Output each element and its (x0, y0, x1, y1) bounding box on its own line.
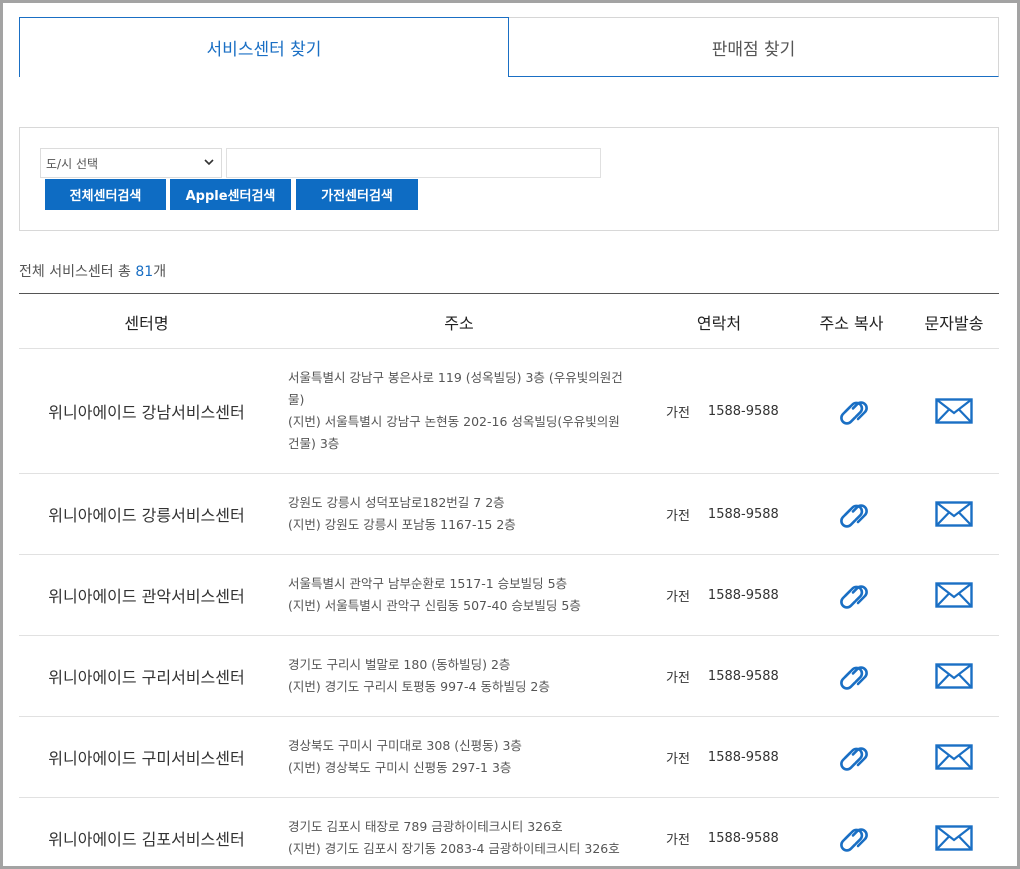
center-contact: 가전 1588-9588 (644, 798, 794, 869)
table-row: 위니아에이드 김포서비스센터 경기도 김포시 태장로 789 금광하이테크시티 … (19, 798, 999, 869)
center-address: 경기도 구리시 벌말로 180 (동하빌딩) 2층 (지번) 경기도 구리시 토… (274, 636, 644, 716)
lot-address: (지번) 서울특별시 관악구 신림동 507-40 승보빌딩 5층 (288, 598, 581, 613)
search-apple-button[interactable]: Apple센터검색 (170, 179, 291, 210)
contact-phone: 1588-9588 (707, 403, 779, 419)
chevron-down-icon (204, 159, 214, 166)
contact-phone: 1588-9588 (707, 668, 779, 684)
header-contact: 연락처 (696, 313, 742, 333)
tab-store[interactable]: 판매점 찾기 (509, 17, 999, 77)
send-sms-button[interactable] (935, 582, 973, 608)
send-sms-button[interactable] (935, 501, 973, 527)
center-contact: 가전 1588-9588 (644, 717, 794, 797)
center-name: 위니아에이드 구미서비스센터 (48, 749, 245, 768)
envelope-icon (935, 501, 973, 527)
lot-address: (지번) 경상북도 구미시 신평동 297-1 3층 (288, 760, 512, 775)
road-address: 강원도 강릉시 성덕포남로182번길 7 2층 (288, 495, 505, 510)
contact-type: 가전 (666, 405, 690, 421)
center-name: 위니아에이드 관악서비스센터 (48, 587, 245, 606)
table-body: 위니아에이드 강남서비스센터 서울특별시 강남구 봉은사로 119 (성옥빌딩)… (19, 349, 999, 869)
total-prefix: 전체 서비스센터 총 (19, 264, 136, 280)
link-icon (839, 828, 868, 852)
contact-type: 가전 (666, 670, 690, 686)
table-row: 위니아에이드 구리서비스센터 경기도 구리시 벌말로 180 (동하빌딩) 2층… (19, 636, 999, 717)
send-sms-button[interactable] (935, 398, 973, 424)
center-contact: 가전 1588-9588 (644, 349, 794, 473)
copy-address-button[interactable] (833, 500, 871, 528)
center-contact: 가전 1588-9588 (644, 555, 794, 635)
road-address: 경상북도 구미시 구미대로 308 (신평동) 3층 (288, 738, 522, 753)
contact-phone: 1588-9588 (707, 587, 779, 603)
center-name: 위니아에이드 강릉서비스센터 (48, 506, 245, 525)
copy-address-button[interactable] (833, 743, 871, 771)
contact-type: 가전 (666, 832, 690, 848)
tab-service-center[interactable]: 서비스센터 찾기 (19, 17, 509, 77)
center-name: 위니아에이드 김포서비스센터 (48, 830, 245, 849)
total-suffix: 개 (153, 264, 167, 280)
search-appliance-button[interactable]: 가전센터검색 (296, 179, 418, 210)
lot-address: (지번) 강원도 강릉시 포남동 1167-15 2층 (288, 517, 516, 532)
contact-phone: 1588-9588 (707, 830, 779, 846)
road-address: 경기도 김포시 태장로 789 금광하이테크시티 326호 (288, 819, 563, 834)
link-icon (839, 504, 868, 528)
link-icon (839, 401, 868, 425)
send-sms-button[interactable] (935, 663, 973, 689)
table-row: 위니아에이드 구미서비스센터 경상북도 구미시 구미대로 308 (신평동) 3… (19, 717, 999, 798)
link-icon (839, 747, 868, 771)
copy-address-button[interactable] (833, 662, 871, 690)
envelope-icon (935, 744, 973, 770)
table-row: 위니아에이드 관악서비스센터 서울특별시 관악구 남부순환로 1517-1 승보… (19, 555, 999, 636)
center-address: 서울특별시 관악구 남부순환로 1517-1 승보빌딩 5층 (지번) 서울특별… (274, 555, 644, 635)
center-address: 경상북도 구미시 구미대로 308 (신평동) 3층 (지번) 경상북도 구미시… (274, 717, 644, 797)
copy-address-button[interactable] (833, 824, 871, 852)
envelope-icon (935, 582, 973, 608)
header-name: 센터명 (124, 313, 169, 333)
link-icon (839, 666, 868, 690)
contact-type: 가전 (666, 508, 690, 524)
contact-type: 가전 (666, 751, 690, 767)
total-count-text: 전체 서비스센터 총 81개 (19, 261, 166, 281)
envelope-icon (935, 825, 973, 851)
city-select-value: 도/시 선택 (46, 156, 99, 171)
center-address: 강원도 강릉시 성덕포남로182번길 7 2층 (지번) 강원도 강릉시 포남동… (274, 474, 644, 554)
table-header: 센터명 주소 연락처 주소 복사 문자발송 (19, 293, 999, 349)
send-sms-button[interactable] (935, 825, 973, 851)
search-all-button[interactable]: 전체센터검색 (45, 179, 166, 210)
table-row: 위니아에이드 강릉서비스센터 강원도 강릉시 성덕포남로182번길 7 2층 (… (19, 474, 999, 555)
link-icon (839, 585, 868, 609)
header-address: 주소 (444, 313, 474, 333)
contact-phone: 1588-9588 (707, 506, 779, 522)
total-count: 81 (135, 264, 154, 280)
center-name: 위니아에이드 강남서비스센터 (48, 403, 245, 422)
contact-phone: 1588-9588 (707, 749, 779, 765)
send-sms-button[interactable] (935, 744, 973, 770)
center-name: 위니아에이드 구리서비스센터 (48, 668, 245, 687)
center-table: 센터명 주소 연락처 주소 복사 문자발송 위니아에이드 강남서비스센터 서울특… (19, 293, 999, 869)
tab-bar: 서비스센터 찾기 판매점 찾기 (19, 17, 999, 77)
city-select[interactable]: 도/시 선택 (40, 148, 222, 178)
envelope-icon (935, 663, 973, 689)
lot-address: (지번) 경기도 김포시 장기동 2083-4 금광하이테크시티 326호 (288, 841, 620, 856)
lot-address: (지번) 경기도 구리시 토평동 997-4 동하빌딩 2층 (288, 679, 550, 694)
search-input[interactable] (226, 148, 601, 178)
center-address: 서울특별시 강남구 봉은사로 119 (성옥빌딩) 3층 (우유빛의원건물) (… (274, 349, 644, 473)
envelope-icon (935, 398, 973, 424)
header-sms: 문자발송 (924, 313, 984, 333)
center-contact: 가전 1588-9588 (644, 636, 794, 716)
copy-address-button[interactable] (833, 397, 871, 425)
center-contact: 가전 1588-9588 (644, 474, 794, 554)
center-address: 경기도 김포시 태장로 789 금광하이테크시티 326호 (지번) 경기도 김… (274, 798, 644, 869)
lot-address: (지번) 서울특별시 강남구 논현동 202-16 성옥빌딩(우유빛의원건물) … (288, 414, 620, 451)
road-address: 서울특별시 관악구 남부순환로 1517-1 승보빌딩 5층 (288, 576, 568, 591)
contact-type: 가전 (666, 589, 690, 605)
road-address: 경기도 구리시 벌말로 180 (동하빌딩) 2층 (288, 657, 511, 672)
table-row: 위니아에이드 강남서비스센터 서울특별시 강남구 봉은사로 119 (성옥빌딩)… (19, 349, 999, 474)
search-panel: 도/시 선택 전체센터검색 Apple센터검색 가전센터검색 (19, 127, 999, 231)
copy-address-button[interactable] (833, 581, 871, 609)
road-address: 서울특별시 강남구 봉은사로 119 (성옥빌딩) 3층 (우유빛의원건물) (288, 370, 623, 407)
header-copy: 주소 복사 (819, 313, 884, 333)
